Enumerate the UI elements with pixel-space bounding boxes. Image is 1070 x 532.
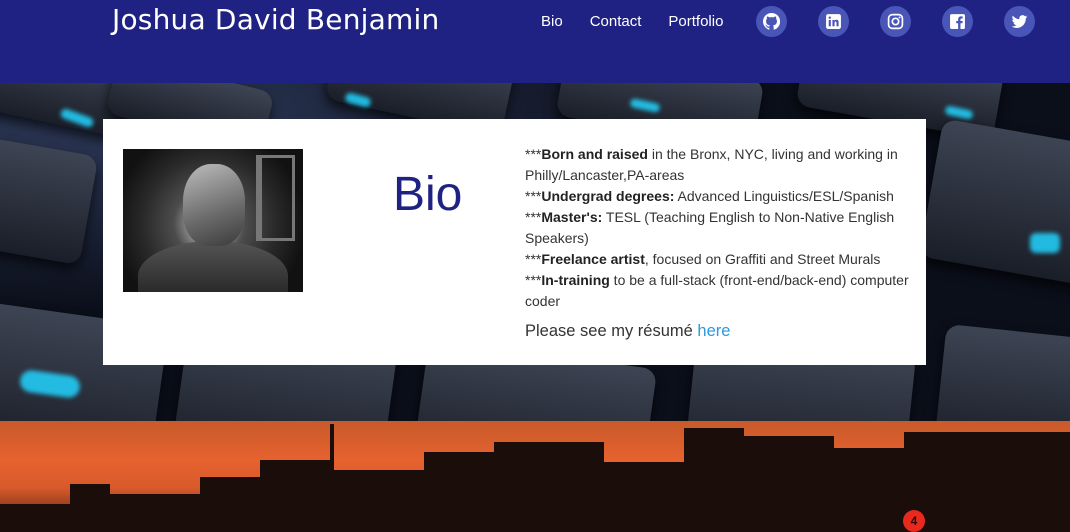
building (110, 494, 200, 532)
resume-link[interactable]: here (697, 322, 730, 340)
building (0, 504, 70, 532)
bio-line: ***Undergrad degrees: Advanced Linguisti… (525, 188, 894, 204)
building (260, 460, 330, 532)
building (904, 432, 1070, 532)
building (744, 436, 834, 532)
profile-photo (123, 149, 303, 292)
keyboard-key (0, 130, 99, 266)
instagram-icon[interactable] (880, 6, 911, 37)
bio-line: ***Master's: TESL (Teaching English to N… (525, 209, 895, 246)
bio-line: ***In-training to be a full-stack (front… (525, 272, 909, 309)
window-frame (256, 155, 295, 241)
facebook-icon[interactable] (942, 6, 973, 37)
github-icon[interactable] (756, 6, 787, 37)
photo-face (183, 164, 245, 246)
building (334, 470, 424, 532)
nav-link-bio[interactable]: Bio (541, 13, 563, 30)
building (424, 452, 494, 532)
twitter-icon[interactable] (1004, 6, 1035, 37)
bio-line: ***Born and raised in the Bronx, NYC, li… (525, 146, 898, 183)
bio-heading: Bio (393, 168, 463, 221)
key-glow (1030, 233, 1060, 253)
bio-card: Bio ***Born and raised in the Bronx, NYC… (103, 119, 926, 365)
social-links (756, 6, 1035, 37)
building (200, 477, 260, 532)
linkedin-icon[interactable] (818, 6, 849, 37)
photo-shoulders (138, 241, 288, 292)
resume-line: Please see my résumé here (525, 322, 731, 340)
bio-line: ***Freelance artist, focused on Graffiti… (525, 251, 881, 267)
bio-text: ***Born and raised in the Bronx, NYC, li… (525, 144, 910, 342)
building (604, 462, 684, 532)
building (494, 442, 604, 532)
nav-links: Bio Contact Portfolio (541, 13, 723, 30)
nav-link-contact[interactable]: Contact (590, 13, 642, 30)
nav-link-portfolio[interactable]: Portfolio (668, 13, 723, 30)
top-navbar: Joshua David Benjamin Bio Contact Portfo… (0, 0, 1070, 83)
keyboard-key (934, 323, 1070, 421)
city-skyline-background: 4 (0, 421, 1070, 532)
building (684, 428, 744, 532)
building (70, 484, 110, 532)
keyboard-key (919, 118, 1070, 288)
traffic-signal-icon: 4 (903, 510, 925, 532)
site-title[interactable]: Joshua David Benjamin (112, 3, 439, 36)
building (834, 448, 904, 532)
